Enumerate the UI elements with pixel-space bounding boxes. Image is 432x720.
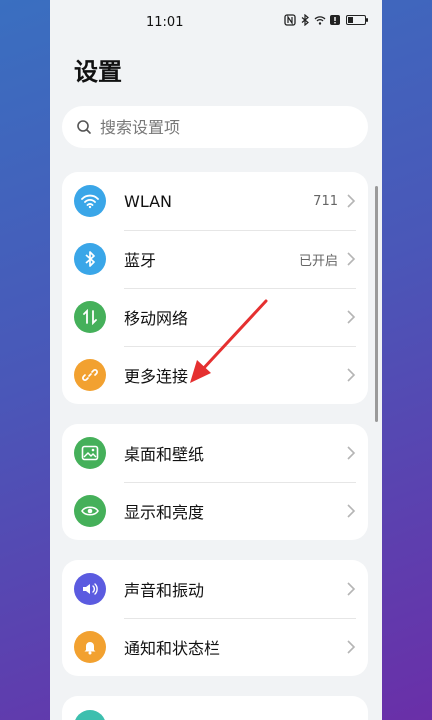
partial-item-icon [74,710,106,720]
status-icons [284,14,368,26]
chevron-right-icon [347,310,356,324]
scrollbar[interactable] [375,186,378,422]
chevron-right-icon [347,446,356,460]
settings-screen: 11:01 设置 WLAN 711 蓝牙 已开启 [50,0,382,720]
settings-group-display: 桌面和壁纸 显示和亮度 [62,424,368,540]
chevron-right-icon [347,368,356,382]
volume-icon [74,573,106,605]
settings-item-sound-vibration[interactable]: 声音和振动 [62,560,368,618]
settings-item-display-brightness[interactable]: 显示和亮度 [62,482,368,540]
settings-item-value: 已开启 [298,253,338,269]
chevron-right-icon [347,582,356,596]
settings-item-wallpaper[interactable]: 桌面和壁纸 [62,424,368,482]
nfc-icon [284,14,296,26]
settings-item-label: 更多连接 [124,367,189,386]
eye-icon [74,495,106,527]
settings-item-more-connections[interactable]: 更多连接 [62,346,368,404]
wifi-status-icon [314,16,326,25]
chevron-right-icon [347,504,356,518]
settings-item-label: 声音和振动 [124,581,205,600]
settings-item-label: WLAN [124,191,173,211]
search-input[interactable] [100,117,340,137]
alert-status-icon [330,15,340,25]
settings-item-notifications[interactable]: 通知和状态栏 [62,618,368,676]
status-time: 11:01 [146,15,184,30]
settings-item-label: 移动网络 [124,309,189,328]
chevron-right-icon [347,640,356,654]
bell-icon [74,631,106,663]
settings-group-partial [62,696,368,720]
bluetooth-icon [74,243,106,275]
settings-item-label: 通知和状态栏 [124,639,221,658]
settings-item-bluetooth[interactable]: 蓝牙 已开启 [62,230,368,288]
wifi-icon [74,185,106,217]
settings-item-value: 711 [313,193,338,209]
battery-icon [346,15,368,25]
bluetooth-status-icon [301,14,309,26]
settings-group-sound-notifications: 声音和振动 通知和状态栏 [62,560,368,676]
wallpaper-icon [74,437,106,469]
mobile-data-icon [74,301,106,333]
search-bar[interactable] [62,106,368,148]
settings-item-label: 显示和亮度 [124,503,205,522]
search-icon [77,120,91,134]
status-bar: 11:01 [50,0,382,44]
settings-group-connectivity: WLAN 711 蓝牙 已开启 移动网络 更多连接 [62,172,368,404]
chevron-right-icon [347,252,356,266]
settings-item-label: 蓝牙 [124,251,157,270]
link-icon [74,359,106,391]
settings-item-mobile-network[interactable]: 移动网络 [62,288,368,346]
settings-item-wlan[interactable]: WLAN 711 [62,172,368,230]
settings-item-label: 桌面和壁纸 [124,445,205,464]
page-title: 设置 [74,58,122,86]
chevron-right-icon [347,194,356,208]
